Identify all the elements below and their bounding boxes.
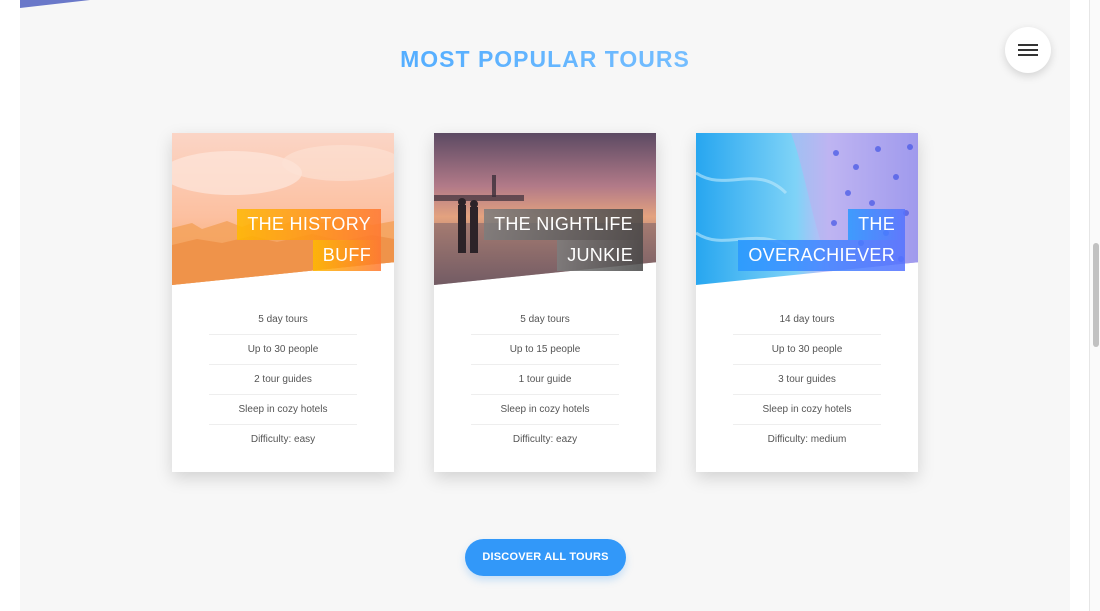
card-detail-item: 14 day tours [733, 305, 881, 335]
card-detail-item: Difficulty: medium [767, 434, 847, 445]
card-detail-item: Difficulty: easy [250, 434, 316, 445]
card-title: THE OVERACHIEVER [738, 209, 905, 271]
card-detail-item: Up to 30 people [209, 335, 357, 365]
card-title-line: THE HISTORY [237, 209, 381, 240]
card-details-list: 5 day tours Up to 30 people 2 tour guide… [209, 305, 357, 455]
card-title: THE NIGHTLIFE JUNKIE [484, 209, 643, 271]
tour-card-history-buff[interactable]: THE HISTORY BUFF 5 day tours Up to 30 pe… [172, 133, 394, 472]
menu-icon [1018, 54, 1038, 56]
navigation-toggle-button[interactable] [1005, 27, 1051, 73]
card-title: THE HISTORY BUFF [237, 209, 381, 271]
scrollbar-thumb[interactable] [1093, 243, 1099, 347]
discover-all-tours-button[interactable]: DISCOVER ALL TOURS [465, 539, 626, 576]
card-title-line: BUFF [312, 240, 381, 271]
menu-icon [1018, 49, 1038, 51]
card-details-list: 14 day tours Up to 30 people 3 tour guid… [733, 305, 881, 455]
card-title-line: THE [848, 209, 905, 240]
section-title: MOST POPULAR TOURS [20, 46, 1070, 73]
card-title-line: JUNKIE [557, 240, 643, 271]
menu-icon [1018, 44, 1038, 46]
card-title-line: THE NIGHTLIFE [484, 209, 643, 240]
card-detail-item: 2 tour guides [209, 365, 357, 395]
card-detail-item: Sleep in cozy hotels [733, 395, 881, 425]
card-detail-item: Difficulty: eazy [512, 434, 578, 445]
card-detail-item: 1 tour guide [471, 365, 619, 395]
card-detail-item: Up to 30 people [733, 335, 881, 365]
card-detail-item: 3 tour guides [733, 365, 881, 395]
tour-card-nightlife-junkie[interactable]: THE NIGHTLIFE JUNKIE 5 day tours Up to 1… [434, 133, 656, 472]
card-detail-item: Up to 15 people [471, 335, 619, 365]
card-detail-item: Sleep in cozy hotels [209, 395, 357, 425]
page-scrollbar[interactable] [1089, 0, 1100, 611]
card-details-list: 5 day tours Up to 15 people 1 tour guide… [471, 305, 619, 455]
page-section: MOST POPULAR TOURS THE HISTORY BUFF 5 da… [20, 0, 1070, 611]
card-detail-item: Sleep in cozy hotels [471, 395, 619, 425]
card-title-line: OVERACHIEVER [738, 240, 905, 271]
tour-card-overachiever[interactable]: THE OVERACHIEVER 14 day tours Up to 30 p… [696, 133, 918, 472]
card-detail-item: 5 day tours [209, 305, 357, 335]
card-detail-item: 5 day tours [471, 305, 619, 335]
